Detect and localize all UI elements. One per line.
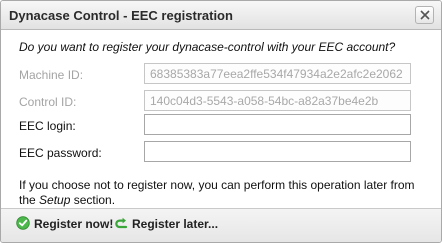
redo-arrow-icon (115, 217, 128, 229)
dialog-title: Dynacase Control - EEC registration (9, 8, 233, 23)
dialog-footer: Register now! Register later... (1, 208, 441, 242)
register-now-label: Register now! (34, 217, 114, 231)
control-id-field (144, 90, 411, 111)
machine-id-field (144, 63, 411, 84)
eec-login-field[interactable] (144, 114, 411, 135)
register-now-button[interactable]: Register now! (16, 216, 113, 236)
machine-id-label: Machine ID: (19, 68, 84, 82)
close-button[interactable] (415, 6, 434, 24)
register-later-note: If you choose not to register now, you c… (19, 178, 424, 208)
eec-password-label: EEC password: (19, 146, 102, 160)
title-bar[interactable]: Dynacase Control - EEC registration (1, 1, 441, 30)
eec-password-field[interactable] (144, 141, 411, 162)
register-later-button[interactable]: Register later... (114, 216, 218, 236)
close-icon (420, 10, 430, 20)
check-circle-icon (16, 216, 30, 230)
registration-question: Do you want to register your dynacase-co… (19, 40, 396, 54)
register-later-label: Register later... (132, 217, 219, 231)
note-text-after: section. (70, 193, 116, 207)
registration-dialog: Dynacase Control - EEC registration Do y… (0, 0, 442, 243)
control-id-label: Control ID: (19, 95, 77, 109)
setup-section-reference: Setup (39, 193, 71, 207)
eec-login-label: EEC login: (19, 119, 76, 133)
